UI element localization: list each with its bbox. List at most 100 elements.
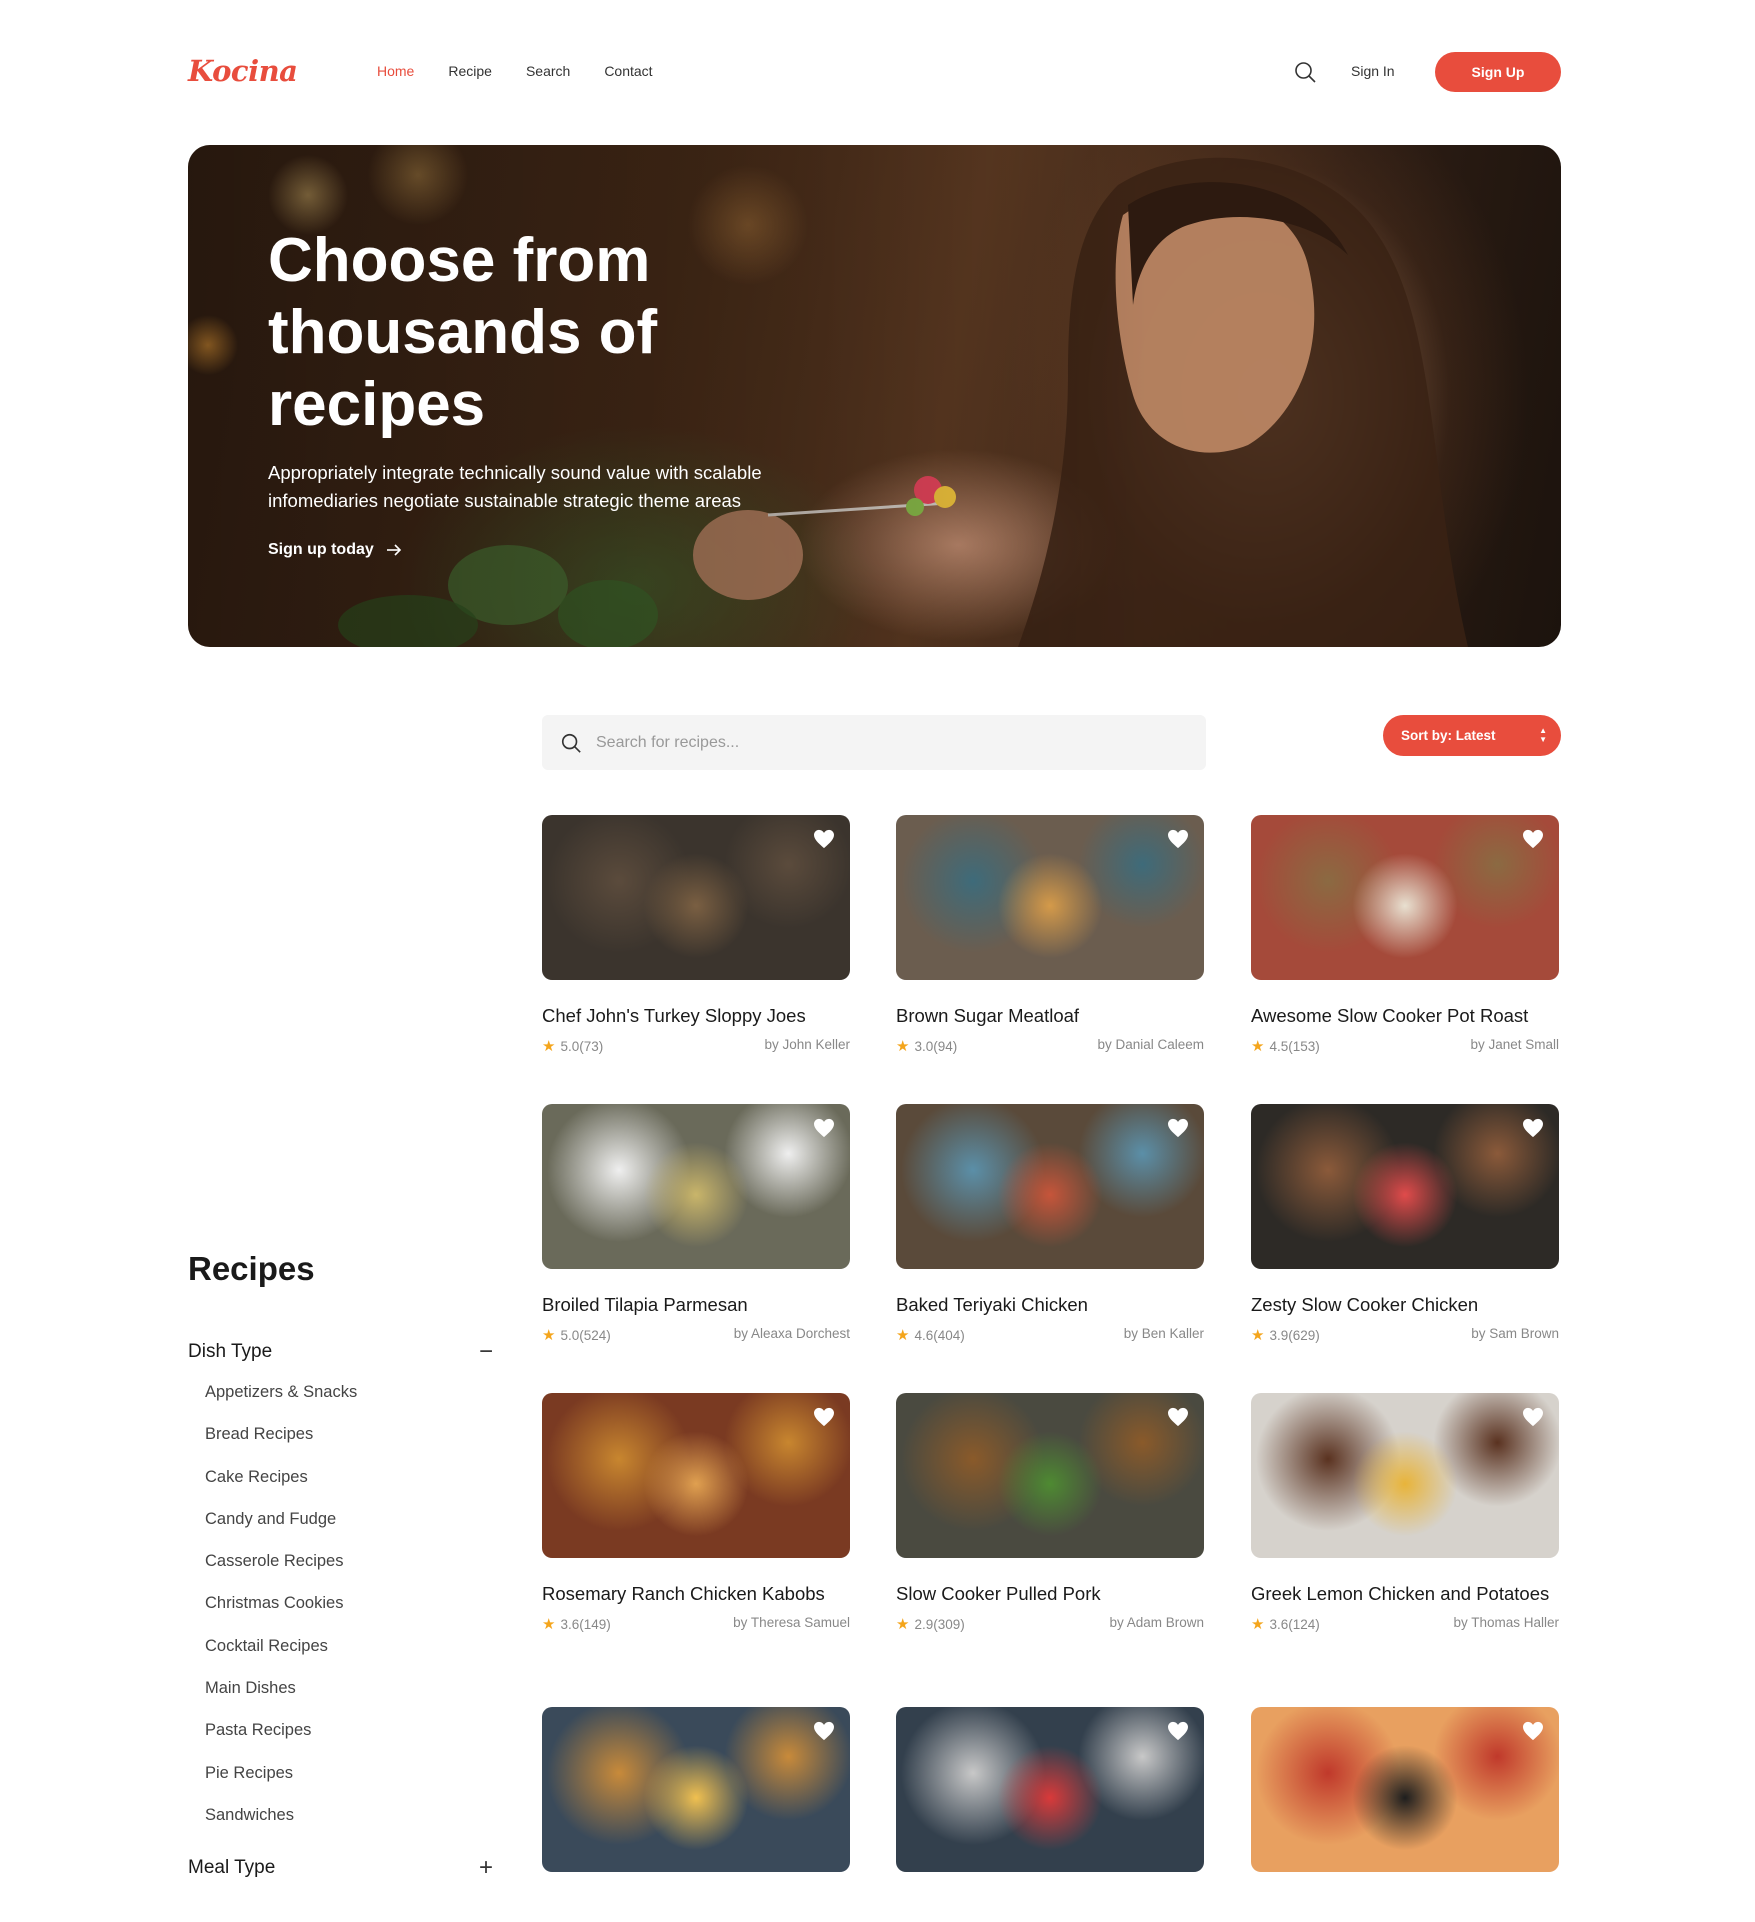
- filter-item[interactable]: Christmas Cookies: [205, 1593, 357, 1635]
- filter-group-label: Dish Type: [188, 1341, 273, 1362]
- hero-cta-link[interactable]: Sign up today: [268, 541, 402, 559]
- star-icon: ★: [1251, 1616, 1265, 1633]
- site-header: Kocina Home Recipe Search Contact Sign I…: [188, 52, 1561, 92]
- recipe-author[interactable]: by Sam Brown: [1471, 1326, 1559, 1344]
- recipe-card[interactable]: Baked Teriyaki Chicken ★ 4.6(404) by Ben Ka…: [896, 1104, 1204, 1344]
- recipe-card[interactable]: Greek Lemon Chicken and Potatoes ★ 3.6(124…: [1251, 1393, 1559, 1633]
- search-icon[interactable]: [1293, 60, 1317, 84]
- star-icon: ★: [542, 1327, 556, 1344]
- filter-item[interactable]: Casserole Recipes: [205, 1551, 357, 1593]
- recipe-image[interactable]: [896, 1393, 1204, 1558]
- rating-value: 5.0(73): [560, 1038, 604, 1054]
- recipe-image[interactable]: [542, 1104, 850, 1269]
- recipe-image[interactable]: [542, 1707, 850, 1872]
- recipe-image[interactable]: [896, 1104, 1204, 1269]
- recipe-image[interactable]: [896, 1707, 1204, 1872]
- nav-recipe[interactable]: Recipe: [448, 63, 492, 79]
- filter-item[interactable]: Candy and Fudge: [205, 1509, 357, 1551]
- recipe-title[interactable]: Awesome Slow Cooker Pot Roast: [1251, 1003, 1559, 1028]
- recipe-card[interactable]: Rosemary Ranch Chicken Kabobs ★ 3.6(149) by…: [542, 1393, 850, 1633]
- heart-icon[interactable]: [1167, 1407, 1189, 1427]
- heart-icon[interactable]: [1167, 1118, 1189, 1138]
- recipe-title[interactable]: Chef John's Turkey Sloppy Joes: [542, 1003, 850, 1028]
- nav-home[interactable]: Home: [377, 63, 414, 79]
- filter-item[interactable]: Sandwiches: [205, 1805, 357, 1847]
- recipe-title[interactable]: Zesty Slow Cooker Chicken: [1251, 1292, 1559, 1317]
- recipe-title[interactable]: Slow Cooker Pulled Pork: [896, 1581, 1204, 1606]
- recipe-author[interactable]: by Adam Brown: [1109, 1615, 1204, 1633]
- filter-item[interactable]: Cocktail Recipes: [205, 1636, 357, 1678]
- recipe-card[interactable]: [542, 1707, 850, 1872]
- heart-icon[interactable]: [813, 1721, 835, 1741]
- recipe-title[interactable]: Greek Lemon Chicken and Potatoes: [1251, 1581, 1559, 1606]
- rating-value: 3.0(94): [914, 1038, 958, 1054]
- recipe-title[interactable]: Brown Sugar Meatloaf: [896, 1003, 1204, 1028]
- dish-type-list: Appetizers & Snacks Bread Recipes Cake R…: [205, 1382, 357, 1847]
- search-icon: [561, 733, 581, 753]
- filter-item[interactable]: Bread Recipes: [205, 1424, 357, 1466]
- recipe-card[interactable]: Awesome Slow Cooker Pot Roast ★ 4.5(153) by…: [1251, 815, 1559, 1055]
- heart-icon[interactable]: [1522, 1721, 1544, 1741]
- recipe-card[interactable]: Brown Sugar Meatloaf ★ 3.0(94) by Danial Ca…: [896, 815, 1204, 1055]
- heart-icon[interactable]: [813, 1118, 835, 1138]
- recipe-image[interactable]: [542, 1393, 850, 1558]
- logo[interactable]: Kocina: [188, 54, 298, 88]
- filter-item[interactable]: Appetizers & Snacks: [205, 1382, 357, 1424]
- recipe-image[interactable]: [1251, 1393, 1559, 1558]
- collapse-icon[interactable]: −: [479, 1338, 493, 1366]
- recipe-card[interactable]: Zesty Slow Cooker Chicken ★ 3.9(629) by Sam…: [1251, 1104, 1559, 1344]
- heart-icon[interactable]: [813, 1407, 835, 1427]
- recipe-card[interactable]: [896, 1707, 1204, 1872]
- recipe-image[interactable]: [1251, 1104, 1559, 1269]
- recipe-author[interactable]: by John Keller: [764, 1037, 850, 1055]
- filter-item[interactable]: Pie Recipes: [205, 1763, 357, 1805]
- recipe-author[interactable]: by Ben Kaller: [1124, 1326, 1204, 1344]
- recipe-image[interactable]: [1251, 1707, 1559, 1872]
- recipe-title[interactable]: Broiled Tilapia Parmesan: [542, 1292, 850, 1317]
- recipe-title[interactable]: Rosemary Ranch Chicken Kabobs: [542, 1581, 850, 1606]
- recipe-author[interactable]: by Janet Small: [1470, 1037, 1559, 1055]
- recipe-card[interactable]: [1251, 1707, 1559, 1872]
- filter-item[interactable]: Pasta Recipes: [205, 1720, 357, 1762]
- heart-icon[interactable]: [1522, 829, 1544, 849]
- nav-search[interactable]: Search: [526, 63, 570, 79]
- recipe-author[interactable]: by Theresa Samuel: [733, 1615, 850, 1633]
- hero-banner: Choose from thousands of recipes Appropr…: [188, 145, 1561, 647]
- recipe-meta: ★ 4.6(404) by Ben Kaller: [896, 1326, 1204, 1344]
- filter-meal-type[interactable]: Meal Type +: [188, 1854, 493, 1882]
- recipe-author[interactable]: by Danial Caleem: [1097, 1037, 1204, 1055]
- expand-icon[interactable]: +: [479, 1854, 493, 1882]
- recipe-author[interactable]: by Aleaxa Dorchest: [734, 1326, 850, 1344]
- recipe-rating: ★ 3.6(124): [1251, 1615, 1320, 1633]
- recipe-image[interactable]: [542, 815, 850, 980]
- recipe-card[interactable]: Slow Cooker Pulled Pork ★ 2.9(309) by Adam …: [896, 1393, 1204, 1633]
- recipe-card[interactable]: Broiled Tilapia Parmesan ★ 5.0(524) by Alea…: [542, 1104, 850, 1344]
- recipe-title[interactable]: Baked Teriyaki Chicken: [896, 1292, 1204, 1317]
- recipe-rating: ★ 4.5(153): [1251, 1037, 1320, 1055]
- star-icon: ★: [1251, 1327, 1265, 1344]
- sign-up-button[interactable]: Sign Up: [1435, 52, 1561, 92]
- sign-in-link[interactable]: Sign In: [1351, 63, 1395, 79]
- sort-dropdown[interactable]: Sort by: Latest ▲ ▼: [1383, 715, 1561, 756]
- filter-item[interactable]: Main Dishes: [205, 1678, 357, 1720]
- sidebar-title: Recipes: [188, 1250, 315, 1287]
- recipe-image[interactable]: [1251, 815, 1559, 980]
- recipe-card[interactable]: Chef John's Turkey Sloppy Joes ★ 5.0(73) by…: [542, 815, 850, 1055]
- heart-icon[interactable]: [1167, 829, 1189, 849]
- nav-contact[interactable]: Contact: [604, 63, 652, 79]
- arrow-right-icon: [386, 544, 401, 556]
- filter-item[interactable]: Cake Recipes: [205, 1467, 357, 1509]
- filter-dish-type[interactable]: Dish Type −: [188, 1338, 493, 1366]
- rating-value: 2.9(309): [914, 1616, 965, 1632]
- recipe-author[interactable]: by Thomas Haller: [1453, 1615, 1559, 1633]
- heart-icon[interactable]: [1522, 1118, 1544, 1138]
- recipe-rating: ★ 2.9(309): [896, 1615, 965, 1633]
- hero-subtitle: Appropriately integrate technically soun…: [268, 462, 762, 511]
- recipe-image[interactable]: [896, 815, 1204, 980]
- heart-icon[interactable]: [1167, 1721, 1189, 1741]
- rating-value: 3.6(124): [1269, 1616, 1320, 1632]
- heart-icon[interactable]: [1522, 1407, 1544, 1427]
- recipe-search-input[interactable]: [596, 733, 1176, 752]
- heart-icon[interactable]: [813, 829, 835, 849]
- recipe-rating: ★ 3.0(94): [896, 1037, 957, 1055]
